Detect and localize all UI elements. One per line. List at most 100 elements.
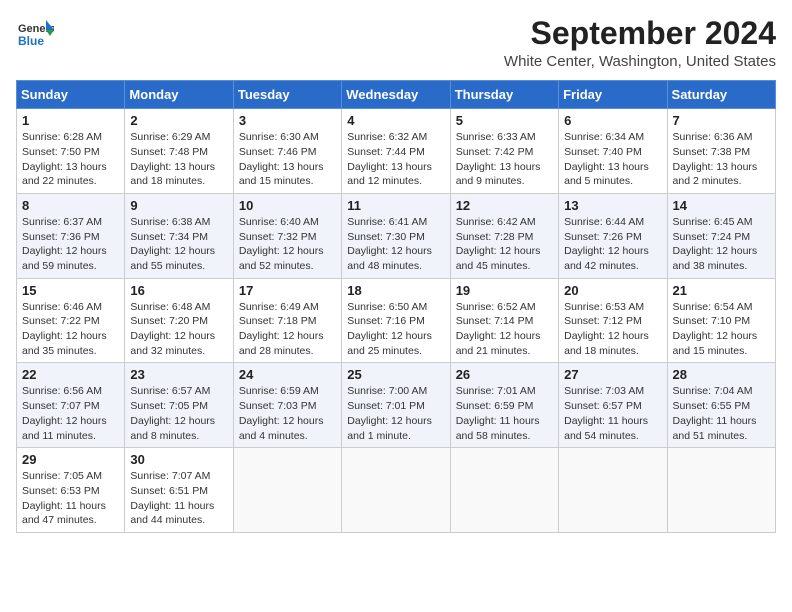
day-info: Sunrise: 7:03 AM Sunset: 6:57 PM Dayligh… xyxy=(564,384,661,443)
day-info: Sunrise: 6:38 AM Sunset: 7:34 PM Dayligh… xyxy=(130,215,227,274)
day-number: 12 xyxy=(456,198,553,213)
calendar-cell: 3 Sunrise: 6:30 AM Sunset: 7:46 PM Daylig… xyxy=(233,109,341,194)
calendar-cell xyxy=(559,448,667,533)
day-info: Sunrise: 6:57 AM Sunset: 7:05 PM Dayligh… xyxy=(130,384,227,443)
day-number: 6 xyxy=(564,113,661,128)
day-info: Sunrise: 6:52 AM Sunset: 7:14 PM Dayligh… xyxy=(456,300,553,359)
calendar-cell: 4 Sunrise: 6:32 AM Sunset: 7:44 PM Daylig… xyxy=(342,109,450,194)
calendar-cell: 22Sunrise: 6:56 AM Sunset: 7:07 PM Dayli… xyxy=(17,363,125,448)
calendar-week-row: 29 Sunrise: 7:05 AM Sunset: 6:53 PM Dayli… xyxy=(17,448,776,533)
calendar-cell xyxy=(233,448,341,533)
calendar-cell: 24 Sunrise: 6:59 AM Sunset: 7:03 PM Dayli… xyxy=(233,363,341,448)
day-info: Sunrise: 6:53 AM Sunset: 7:12 PM Dayligh… xyxy=(564,300,661,359)
calendar-week-row: 15 Sunrise: 6:46 AM Sunset: 7:22 PM Dayli… xyxy=(17,278,776,363)
day-info: Sunrise: 6:33 AM Sunset: 7:42 PM Dayligh… xyxy=(456,130,553,189)
day-number: 27 xyxy=(564,367,661,382)
weekday-header-monday: Monday xyxy=(125,81,233,109)
calendar-week-row: 22Sunrise: 6:56 AM Sunset: 7:07 PM Dayli… xyxy=(17,363,776,448)
day-number: 16 xyxy=(130,283,227,298)
general-blue-icon: General Blue xyxy=(16,16,54,54)
calendar-cell: 15 Sunrise: 6:46 AM Sunset: 7:22 PM Dayli… xyxy=(17,278,125,363)
day-info: Sunrise: 6:54 AM Sunset: 7:10 PM Dayligh… xyxy=(673,300,770,359)
day-number: 25 xyxy=(347,367,444,382)
calendar-cell: 29 Sunrise: 7:05 AM Sunset: 6:53 PM Dayli… xyxy=(17,448,125,533)
calendar-cell: 8 Sunrise: 6:37 AM Sunset: 7:36 PM Daylig… xyxy=(17,193,125,278)
day-number: 22 xyxy=(22,367,119,382)
calendar-cell xyxy=(342,448,450,533)
month-title: September 2024 xyxy=(504,16,776,51)
calendar-cell: 12 Sunrise: 6:42 AM Sunset: 7:28 PM Dayli… xyxy=(450,193,558,278)
day-info: Sunrise: 6:37 AM Sunset: 7:36 PM Dayligh… xyxy=(22,215,119,274)
calendar-cell: 5 Sunrise: 6:33 AM Sunset: 7:42 PM Daylig… xyxy=(450,109,558,194)
svg-text:Blue: Blue xyxy=(18,34,44,48)
calendar-cell: 10Sunrise: 6:40 AM Sunset: 7:32 PM Dayli… xyxy=(233,193,341,278)
day-info: Sunrise: 7:07 AM Sunset: 6:51 PM Dayligh… xyxy=(130,469,227,528)
calendar-week-row: 1 Sunrise: 6:28 AM Sunset: 7:50 PM Daylig… xyxy=(17,109,776,194)
calendar-cell: 9Sunrise: 6:38 AM Sunset: 7:34 PM Daylig… xyxy=(125,193,233,278)
calendar-cell: 26Sunrise: 7:01 AM Sunset: 6:59 PM Dayli… xyxy=(450,363,558,448)
calendar-body: 1 Sunrise: 6:28 AM Sunset: 7:50 PM Daylig… xyxy=(17,109,776,533)
calendar-week-row: 8 Sunrise: 6:37 AM Sunset: 7:36 PM Daylig… xyxy=(17,193,776,278)
day-number: 14 xyxy=(673,198,770,213)
day-info: Sunrise: 6:29 AM Sunset: 7:48 PM Dayligh… xyxy=(130,130,227,189)
day-number: 5 xyxy=(456,113,553,128)
day-info: Sunrise: 6:44 AM Sunset: 7:26 PM Dayligh… xyxy=(564,215,661,274)
calendar-cell: 1 Sunrise: 6:28 AM Sunset: 7:50 PM Daylig… xyxy=(17,109,125,194)
day-info: Sunrise: 7:05 AM Sunset: 6:53 PM Dayligh… xyxy=(22,469,119,528)
calendar-cell: 25 Sunrise: 7:00 AM Sunset: 7:01 PM Dayli… xyxy=(342,363,450,448)
day-info: Sunrise: 6:46 AM Sunset: 7:22 PM Dayligh… xyxy=(22,300,119,359)
day-number: 24 xyxy=(239,367,336,382)
weekday-header-thursday: Thursday xyxy=(450,81,558,109)
day-number: 1 xyxy=(22,113,119,128)
day-info: Sunrise: 6:42 AM Sunset: 7:28 PM Dayligh… xyxy=(456,215,553,274)
calendar-cell: 2Sunrise: 6:29 AM Sunset: 7:48 PM Daylig… xyxy=(125,109,233,194)
calendar-cell: 6 Sunrise: 6:34 AM Sunset: 7:40 PM Daylig… xyxy=(559,109,667,194)
day-info: Sunrise: 6:36 AM Sunset: 7:38 PM Dayligh… xyxy=(673,130,770,189)
calendar-cell: 13 Sunrise: 6:44 AM Sunset: 7:26 PM Dayli… xyxy=(559,193,667,278)
calendar-cell: 28Sunrise: 7:04 AM Sunset: 6:55 PM Dayli… xyxy=(667,363,775,448)
calendar-cell: 23Sunrise: 6:57 AM Sunset: 7:05 PM Dayli… xyxy=(125,363,233,448)
day-info: Sunrise: 6:30 AM Sunset: 7:46 PM Dayligh… xyxy=(239,130,336,189)
calendar-cell: 7Sunrise: 6:36 AM Sunset: 7:38 PM Daylig… xyxy=(667,109,775,194)
day-number: 8 xyxy=(22,198,119,213)
day-info: Sunrise: 6:49 AM Sunset: 7:18 PM Dayligh… xyxy=(239,300,336,359)
calendar-cell: 14Sunrise: 6:45 AM Sunset: 7:24 PM Dayli… xyxy=(667,193,775,278)
calendar-cell xyxy=(667,448,775,533)
day-info: Sunrise: 6:40 AM Sunset: 7:32 PM Dayligh… xyxy=(239,215,336,274)
day-number: 20 xyxy=(564,283,661,298)
page-header: General Blue September 2024 White Center… xyxy=(16,16,776,70)
day-info: Sunrise: 6:41 AM Sunset: 7:30 PM Dayligh… xyxy=(347,215,444,274)
calendar-cell: 18Sunrise: 6:50 AM Sunset: 7:16 PM Dayli… xyxy=(342,278,450,363)
day-info: Sunrise: 6:32 AM Sunset: 7:44 PM Dayligh… xyxy=(347,130,444,189)
day-number: 21 xyxy=(673,283,770,298)
calendar-cell: 17Sunrise: 6:49 AM Sunset: 7:18 PM Dayli… xyxy=(233,278,341,363)
weekday-header-tuesday: Tuesday xyxy=(233,81,341,109)
weekday-header-friday: Friday xyxy=(559,81,667,109)
day-number: 13 xyxy=(564,198,661,213)
weekday-header-wednesday: Wednesday xyxy=(342,81,450,109)
calendar-cell: 30 Sunrise: 7:07 AM Sunset: 6:51 PM Dayli… xyxy=(125,448,233,533)
calendar-cell: 16 Sunrise: 6:48 AM Sunset: 7:20 PM Dayli… xyxy=(125,278,233,363)
calendar-cell: 20 Sunrise: 6:53 AM Sunset: 7:12 PM Dayli… xyxy=(559,278,667,363)
day-number: 30 xyxy=(130,452,227,467)
weekday-header-row: SundayMondayTuesdayWednesdayThursdayFrid… xyxy=(17,81,776,109)
day-info: Sunrise: 6:59 AM Sunset: 7:03 PM Dayligh… xyxy=(239,384,336,443)
calendar-cell: 27 Sunrise: 7:03 AM Sunset: 6:57 PM Dayli… xyxy=(559,363,667,448)
day-number: 11 xyxy=(347,198,444,213)
day-number: 28 xyxy=(673,367,770,382)
day-number: 19 xyxy=(456,283,553,298)
day-number: 29 xyxy=(22,452,119,467)
calendar-cell: 11 Sunrise: 6:41 AM Sunset: 7:30 PM Dayli… xyxy=(342,193,450,278)
day-info: Sunrise: 7:01 AM Sunset: 6:59 PM Dayligh… xyxy=(456,384,553,443)
day-number: 15 xyxy=(22,283,119,298)
calendar-table: SundayMondayTuesdayWednesdayThursdayFrid… xyxy=(16,80,776,533)
day-number: 3 xyxy=(239,113,336,128)
day-number: 4 xyxy=(347,113,444,128)
day-info: Sunrise: 6:34 AM Sunset: 7:40 PM Dayligh… xyxy=(564,130,661,189)
day-info: Sunrise: 6:28 AM Sunset: 7:50 PM Dayligh… xyxy=(22,130,119,189)
weekday-header-saturday: Saturday xyxy=(667,81,775,109)
logo: General Blue xyxy=(16,16,54,54)
calendar-cell xyxy=(450,448,558,533)
day-info: Sunrise: 7:00 AM Sunset: 7:01 PM Dayligh… xyxy=(347,384,444,443)
day-info: Sunrise: 6:48 AM Sunset: 7:20 PM Dayligh… xyxy=(130,300,227,359)
